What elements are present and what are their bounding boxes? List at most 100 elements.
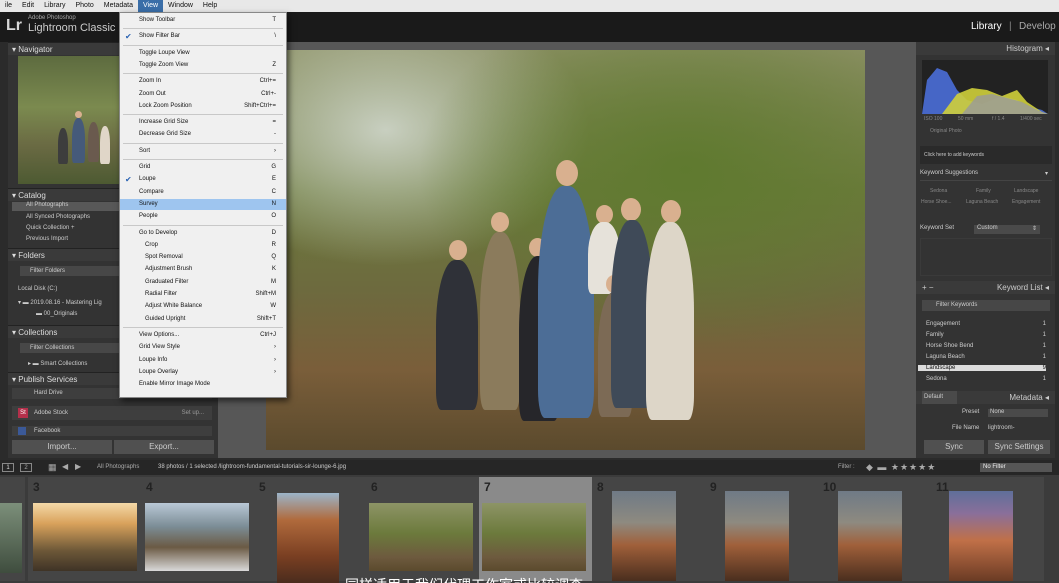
sync-settings-button[interactable]: Sync Settings bbox=[988, 440, 1050, 454]
histogram-header[interactable]: Histogram ◂ bbox=[916, 42, 1055, 55]
thumb-figure bbox=[58, 128, 68, 164]
module-library[interactable]: Library bbox=[971, 21, 1002, 32]
menu-item-show-toolbar[interactable]: Show Toolbar T bbox=[120, 15, 286, 26]
filmstrip-cell[interactable]: 10 bbox=[818, 477, 931, 581]
filmstrip-source[interactable]: All Photographs bbox=[97, 464, 139, 470]
filter-select[interactable]: No Filter bbox=[980, 463, 1052, 472]
menu-item-adjust-white-balance[interactable]: Adjust White Balance W bbox=[120, 301, 286, 312]
filmstrip-cell[interactable]: 9 bbox=[705, 477, 818, 581]
filmstrip-cell[interactable]: 4 bbox=[141, 477, 254, 581]
menu-item-survey[interactable]: Survey N bbox=[120, 198, 286, 210]
local-disk[interactable]: Local Disk (C:) bbox=[18, 286, 57, 292]
menu-item-toggle-zoom-view[interactable]: Toggle Zoom View Z bbox=[120, 60, 286, 71]
filmstrip-cell[interactable] bbox=[0, 477, 25, 581]
menu-item-graduated-filter[interactable]: Graduated Filter M bbox=[120, 277, 286, 288]
adobe-stock-setup[interactable]: Set up... bbox=[182, 406, 204, 420]
filmstrip-cell-selected[interactable]: 7 bbox=[479, 477, 592, 581]
catalog-quick-collection[interactable]: Quick Collection + bbox=[26, 225, 75, 231]
menu-item-view-options[interactable]: View Options... Ctrl+J bbox=[120, 330, 286, 341]
suggestion-engagement[interactable]: Engagement bbox=[1012, 199, 1040, 205]
menu-item-loupe-info[interactable]: Loupe Info › bbox=[120, 355, 286, 366]
right-panel: Histogram ◂ ISO 100 50 mm f / 1.4 1/400 … bbox=[916, 42, 1055, 458]
menu-window[interactable]: Window bbox=[163, 0, 198, 12]
menu-photo[interactable]: Photo bbox=[70, 0, 98, 12]
keyword-engagement[interactable]: Engagement 1 bbox=[926, 321, 1046, 327]
keyword-landscape[interactable]: Landscape 9 bbox=[918, 365, 1046, 371]
filmstrip-cell[interactable]: 8 bbox=[592, 477, 705, 581]
forward-arrow-icon[interactable]: ▶ bbox=[75, 462, 81, 471]
menu-view[interactable]: View bbox=[137, 0, 164, 12]
suggestion-laguna[interactable]: Laguna Beach bbox=[966, 199, 998, 205]
menu-item-lock-zoom-position[interactable]: Lock Zoom Position Shift+Ctrl+= bbox=[120, 101, 286, 112]
secondary-window-button[interactable]: 2 bbox=[20, 463, 32, 472]
menu-item-label: Compare bbox=[139, 188, 164, 195]
menu-item-spot-removal[interactable]: Spot Removal Q bbox=[120, 252, 286, 263]
import-button[interactable]: Import... bbox=[12, 440, 112, 454]
main-photo[interactable] bbox=[266, 50, 865, 450]
smart-collections[interactable]: ▸ ▬ Smart Collections bbox=[28, 360, 87, 367]
keyword-horseshoe[interactable]: Horse Shoe Bend 1 bbox=[926, 343, 1046, 349]
module-develop[interactable]: Develop bbox=[1019, 21, 1056, 32]
menu-item-decrease-grid-size[interactable]: Decrease Grid Size - bbox=[120, 129, 286, 140]
adobe-stock-service[interactable]: St Adobe Stock Set up... bbox=[12, 406, 212, 420]
keyword-laguna[interactable]: Laguna Beach 1 bbox=[926, 354, 1046, 360]
navigator-thumbnail[interactable] bbox=[18, 56, 120, 184]
filmstrip-cell[interactable]: 5 bbox=[254, 477, 367, 583]
menu-item-zoom-in[interactable]: Zoom In Ctrl+= bbox=[120, 76, 286, 87]
menu-item-people[interactable]: People O bbox=[120, 211, 286, 222]
menu-item-toggle-loupe-view[interactable]: Toggle Loupe View bbox=[120, 48, 286, 59]
menu-item-increase-grid-size[interactable]: Increase Grid Size = bbox=[120, 117, 286, 128]
catalog-all-synced[interactable]: All Synced Photographs bbox=[26, 214, 90, 220]
filmstrip-cell[interactable]: 3 bbox=[28, 477, 141, 581]
menu-item-grid[interactable]: Grid G bbox=[120, 162, 286, 173]
add-keywords-field[interactable]: Click here to add keywords bbox=[920, 146, 1052, 164]
filmstrip-cell[interactable]: 6 bbox=[366, 477, 479, 581]
menu-item-loupe[interactable]: ✔ Loupe E bbox=[120, 174, 286, 185]
metadata-default-select[interactable]: Default bbox=[922, 391, 958, 404]
export-button[interactable]: Export... bbox=[114, 440, 214, 454]
menu-item-zoom-out[interactable]: Zoom Out Ctrl+- bbox=[120, 89, 286, 100]
sync-button[interactable]: Sync bbox=[924, 440, 984, 454]
menu-item-crop[interactable]: Crop R bbox=[120, 240, 286, 251]
rating-stars[interactable]: ◆ ▬ ★★★★★ bbox=[866, 462, 936, 473]
back-arrow-icon[interactable]: ◀ bbox=[62, 462, 68, 471]
keyword-family[interactable]: Family 1 bbox=[926, 332, 1046, 338]
metadata-header[interactable]: Default Metadata ◂ bbox=[916, 391, 1055, 404]
suggestion-sedona[interactable]: Sedona bbox=[930, 188, 947, 194]
primary-window-button[interactable]: 1 bbox=[2, 463, 14, 472]
menu-file[interactable]: ile bbox=[0, 0, 17, 12]
keyword-sedona[interactable]: Sedona 1 bbox=[926, 376, 1046, 382]
chevron-down-icon: ⇕ bbox=[1031, 226, 1037, 232]
menu-item-compare[interactable]: Compare C bbox=[120, 187, 286, 198]
menu-item-grid-view-style[interactable]: Grid View Style › bbox=[120, 342, 286, 353]
grid-icon[interactable]: ▦ bbox=[48, 462, 57, 473]
menu-item-enable-mirror-image-mode[interactable]: Enable Mirror Image Mode bbox=[120, 379, 286, 390]
menu-item-guided-upright[interactable]: Guided Upright Shift+T bbox=[120, 314, 286, 325]
keyword-suggestions-header[interactable]: Keyword Suggestions ▾ bbox=[920, 170, 1052, 181]
keyword-list-header[interactable]: + − Keyword List ◂ bbox=[916, 281, 1055, 294]
suggestion-landscape[interactable]: Landscape bbox=[1014, 188, 1038, 194]
menu-item-go-to-develop[interactable]: Go to Develop D bbox=[120, 228, 286, 239]
menu-library[interactable]: Library bbox=[39, 0, 70, 12]
menu-item-adjustment-brush[interactable]: Adjustment Brush K bbox=[120, 264, 286, 275]
add-keyword-icon[interactable]: + − bbox=[922, 281, 934, 294]
menu-item-loupe-overlay[interactable]: Loupe Overlay › bbox=[120, 367, 286, 378]
file-name-value[interactable]: lightroom- bbox=[988, 425, 1015, 431]
keyword-set-select[interactable]: Custom ⇕ bbox=[974, 225, 1040, 234]
menu-item-sort[interactable]: Sort › bbox=[120, 146, 286, 157]
facebook-service[interactable]: Facebook bbox=[12, 426, 212, 436]
folder-originals[interactable]: ▬ 00_Originals bbox=[36, 311, 77, 317]
menu-item-radial-filter[interactable]: Radial Filter Shift+M bbox=[120, 289, 286, 300]
catalog-previous-import[interactable]: Previous Import bbox=[26, 236, 68, 242]
preset-select[interactable]: None bbox=[988, 409, 1048, 417]
histogram-graph[interactable] bbox=[922, 60, 1048, 114]
filmstrip-cell[interactable]: 11 bbox=[931, 477, 1044, 581]
menu-metadata[interactable]: Metadata bbox=[99, 0, 138, 12]
filter-keywords-field[interactable]: Filter Keywords bbox=[922, 300, 1050, 311]
suggestion-family[interactable]: Family bbox=[976, 188, 991, 194]
suggestion-horseshoe[interactable]: Horse Shoe... bbox=[921, 199, 952, 205]
menu-item-show-filter-bar[interactable]: ✔ Show Filter Bar \ bbox=[120, 31, 286, 42]
menu-edit[interactable]: Edit bbox=[17, 0, 39, 12]
menu-help[interactable]: Help bbox=[198, 0, 222, 12]
cell-number: 8 bbox=[597, 480, 604, 494]
